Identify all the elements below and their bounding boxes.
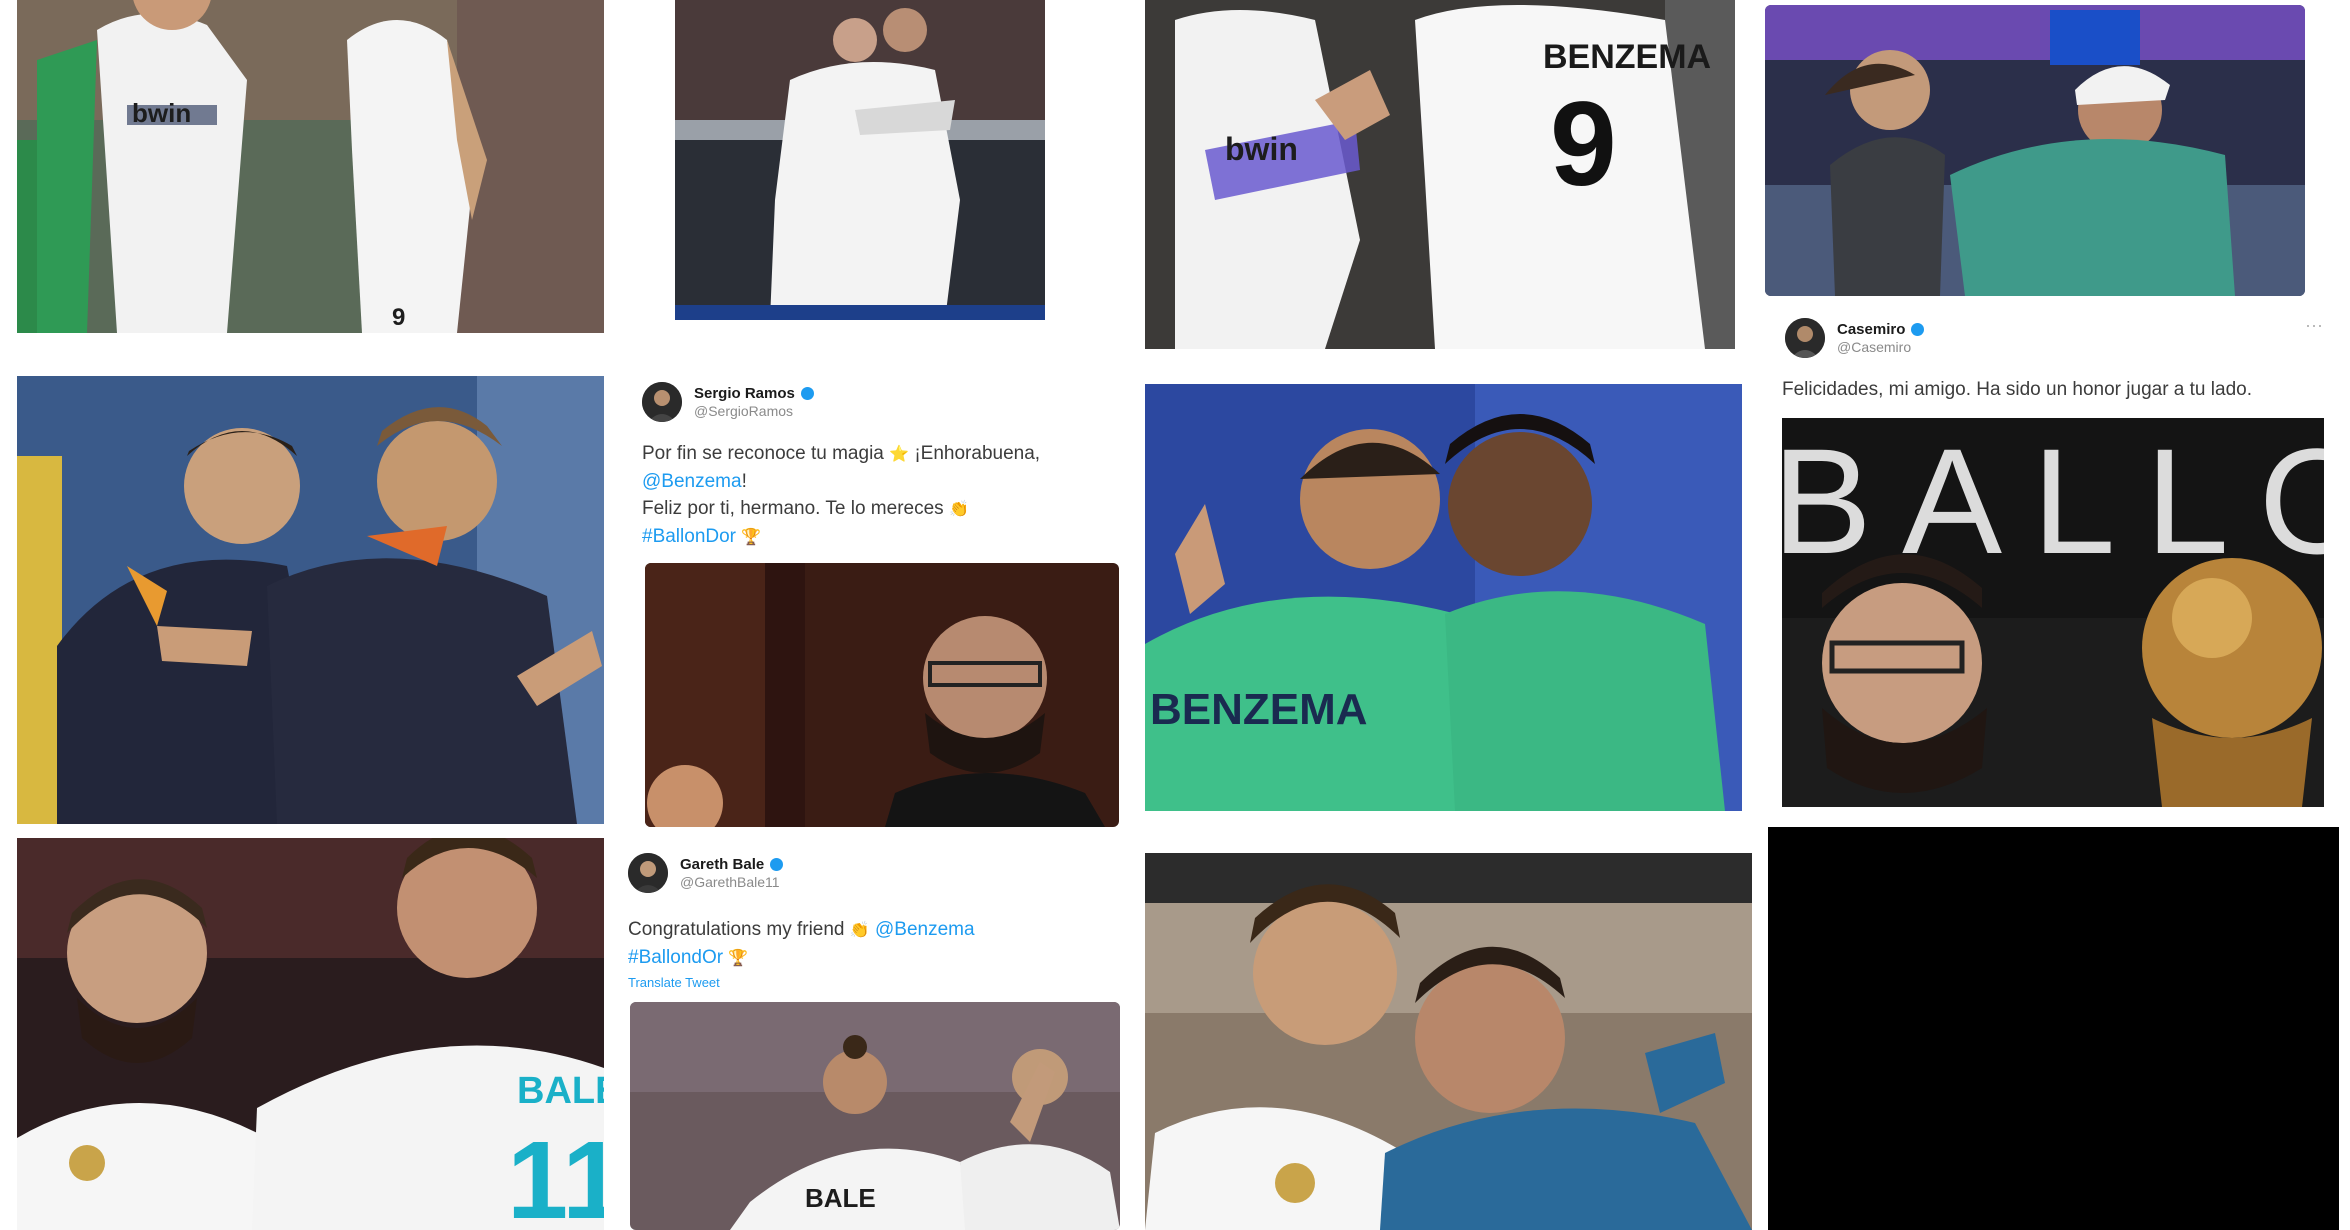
tweet-handle-casemiro[interactable]: @Casemiro	[1837, 339, 1924, 355]
tweet-text-ramos: Por fin se reconoce tu magia ⭐ ¡Enhorabu…	[642, 440, 1122, 551]
tweet-ramos-punct: !	[741, 471, 747, 492]
tweet-username-bale[interactable]: Gareth Bale	[680, 856, 764, 873]
photo-benzema-stadium-hug	[1765, 5, 2305, 296]
bale-name-text: BALE	[517, 1070, 604, 1112]
tweet-handle-bale[interactable]: @GarethBale11	[680, 874, 783, 890]
photo-benzema-portrait-glasses	[645, 563, 1119, 827]
jersey-name-text: BENZEMA	[1543, 38, 1711, 76]
svg-text:bwin: bwin	[1225, 131, 1298, 167]
avatar-casemiro[interactable]	[1785, 318, 1825, 358]
tweet-username-ramos[interactable]: Sergio Ramos	[694, 385, 795, 402]
photo-benzema-ballon-dor: BALLO	[1782, 418, 2324, 807]
photo-benzema-casemiro-green: BENZEMA	[1145, 384, 1742, 811]
photo-ronaldo-benzema-smiling	[1145, 853, 1752, 1230]
tweet-text-casemiro: Felicidades, mi amigo. Ha sido un honor …	[1782, 379, 2252, 400]
tweet-bale-line1: Congratulations my friend	[628, 919, 845, 940]
photo-benzema-ramos-training	[17, 376, 604, 824]
clap-icon: 👏	[948, 501, 969, 518]
tweet-text-bale: Congratulations my friend 👏 @Benzema #Ba…	[628, 916, 1108, 972]
translate-tweet-link[interactable]: Translate Tweet	[628, 975, 720, 990]
photo-black-placeholder	[1768, 827, 2339, 1230]
photo-bale-benzema-back: BALE	[630, 1002, 1120, 1230]
svg-text:9: 9	[392, 304, 405, 331]
bale-back-text: BALE	[805, 1183, 876, 1213]
hashtag-ballondor-link[interactable]: #BallondOr	[628, 947, 723, 968]
verified-icon	[1911, 323, 1925, 337]
trophy-icon: 🏆	[728, 950, 749, 967]
star-icon: ⭐	[889, 446, 910, 463]
tweet-header-casemiro: Casemiro @Casemiro	[1785, 318, 1925, 358]
tweet-ramos-line1: Por fin se reconoce tu magia	[642, 443, 884, 464]
tweet-ramos-line3: Feliz por ti, hermano. Te lo mereces	[642, 498, 944, 519]
jersey-number-text: 9	[1550, 77, 1617, 211]
green-jersey-text: BENZEMA	[1150, 685, 1368, 734]
tweet-header-ramos: Sergio Ramos @SergioRamos	[642, 382, 814, 422]
photo-ozil-benzema-hug	[675, 0, 1045, 320]
tweet-header-bale: Gareth Bale @GarethBale11	[628, 853, 784, 893]
verified-icon	[770, 858, 784, 872]
trophy-icon: 🏆	[741, 529, 762, 546]
tweet-handle-ramos[interactable]: @SergioRamos	[694, 403, 814, 419]
mention-benzema-link[interactable]: @Benzema	[875, 919, 975, 940]
photo-benzema-bale: BALE 11	[17, 838, 604, 1230]
avatar-ramos[interactable]	[642, 382, 682, 422]
tweet-username-casemiro[interactable]: Casemiro	[1837, 321, 1905, 338]
clap-icon: 👏	[849, 922, 870, 939]
sponsor-text: bwin	[132, 98, 191, 128]
avatar-bale[interactable]	[628, 853, 668, 893]
more-options-icon[interactable]: ···	[2305, 315, 2323, 336]
mention-benzema-link[interactable]: @Benzema	[642, 471, 742, 492]
hashtag-ballondor-link[interactable]: #BallonDor	[642, 526, 736, 547]
photo-ronaldo-thumbs-up-benzema: bwin BENZEMA 9	[1145, 0, 1735, 349]
verified-icon	[800, 387, 814, 401]
photo-benzema-ronaldo-white-kits: bwin 9	[17, 0, 604, 333]
tweet-ramos-line1-end: ¡Enhorabuena,	[914, 443, 1041, 464]
bale-number-text: 11	[507, 1119, 604, 1230]
